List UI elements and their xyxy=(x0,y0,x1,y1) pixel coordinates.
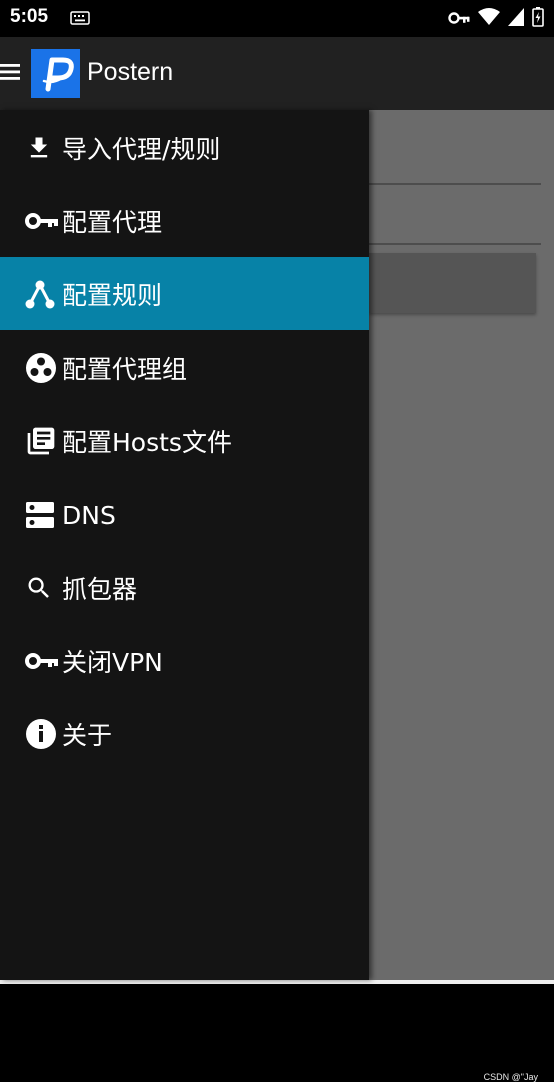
drawer-item-label: 抓包器 xyxy=(62,575,138,604)
drawer-item-about[interactable]: 关于 xyxy=(0,711,369,757)
drawer-item-label: 配置代理 xyxy=(62,208,163,237)
drawer-item-label: 配置Hosts文件 xyxy=(62,428,232,457)
watermark: CSDN @"Jay xyxy=(483,1072,538,1082)
content-card xyxy=(369,253,536,313)
drawer-item-label: 导入代理/规则 xyxy=(62,135,221,164)
signal-icon xyxy=(508,8,524,30)
vpn-key-icon xyxy=(448,10,470,29)
status-bar: 5:05 xyxy=(0,0,554,37)
drawer-item-label: 配置规则 xyxy=(62,280,163,310)
drawer-item-config-rules[interactable]: 配置规则 xyxy=(0,257,369,330)
library-books-icon xyxy=(25,423,61,459)
keyboard-icon xyxy=(70,10,90,29)
content-divider xyxy=(369,183,541,185)
group-dots-icon xyxy=(25,350,61,386)
info-icon xyxy=(25,716,61,752)
drawer-item-packet-capture[interactable]: 抓包器 xyxy=(0,565,369,611)
drawer-item-close-vpn[interactable]: 关闭VPN xyxy=(0,638,369,684)
key-icon xyxy=(25,643,61,679)
search-icon xyxy=(25,570,61,606)
app-title: Postern xyxy=(87,58,174,86)
app-logo xyxy=(31,49,80,98)
status-time: 5:05 xyxy=(10,6,49,27)
drawer-item-config-hosts[interactable]: 配置Hosts文件 xyxy=(0,418,369,464)
battery-icon xyxy=(532,7,544,31)
drawer-item-label: 关于 xyxy=(62,721,113,750)
wifi-icon xyxy=(478,8,500,30)
drawer-item-import[interactable]: 导入代理/规则 xyxy=(0,125,369,171)
drawer-item-config-proxy[interactable]: 配置代理 xyxy=(0,198,369,244)
app-bar: Postern xyxy=(0,37,554,110)
drawer-item-label: 配置代理组 xyxy=(62,355,188,384)
drawer-item-dns[interactable]: DNS xyxy=(0,492,369,538)
download-icon xyxy=(25,130,61,166)
fork-icon xyxy=(25,276,61,312)
drawer-item-label: 关闭VPN xyxy=(62,648,163,677)
content-divider xyxy=(369,243,541,245)
key-icon xyxy=(25,203,61,239)
dns-icon xyxy=(25,497,61,533)
menu-icon[interactable] xyxy=(0,62,20,86)
navigation-drawer: 导入代理/规则 配置代理 配置规则 配置代理组 配置Hosts文件 DNS 抓包… xyxy=(0,110,369,980)
bottom-edge xyxy=(0,980,554,984)
drawer-item-label: DNS xyxy=(62,500,116,530)
drawer-item-config-proxy-group[interactable]: 配置代理组 xyxy=(0,345,369,391)
